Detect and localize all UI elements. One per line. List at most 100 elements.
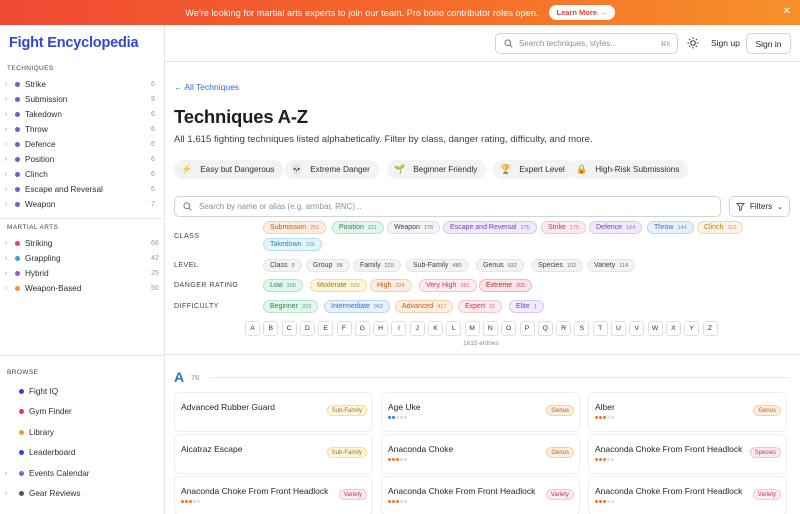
filter-pill[interactable]: Family 229 [353,259,401,272]
technique-card[interactable]: Anaconda Choke From Front Headlock ... Va… [588,476,787,514]
quick-filter-chip[interactable]: ⚡ Easy but Dangerous [174,160,284,179]
quick-filter-chip[interactable]: 🌱 Beginner Friendly [387,160,487,179]
letter-filter-button[interactable]: P [519,321,535,336]
sidebar-item-martial-art[interactable]: › Hybrid 25 [0,266,165,281]
filter-pill[interactable]: Position 211 [332,221,384,234]
filter-pill[interactable]: Throw 144 [647,221,694,234]
letter-filter-button[interactable]: B [263,321,279,336]
technique-card[interactable]: Age Uke Genus [381,392,580,432]
filter-pill[interactable]: Moderate 502 [310,279,367,292]
letter-filter-button[interactable]: F [336,321,352,336]
chevron-right-icon[interactable]: › [5,186,14,193]
filter-pill[interactable]: Takedown 106 [263,238,322,251]
sun-icon[interactable] [687,37,699,49]
sidebar-item-technique[interactable]: › Takedown 6 [0,107,165,122]
chevron-right-icon[interactable]: › [5,285,14,292]
technique-card[interactable]: Anaconda Choke From Front Headlock Specie… [588,434,787,474]
letter-filter-button[interactable]: Z [702,321,718,336]
filter-pill[interactable]: Expert 31 [458,300,503,313]
sidebar-item-browse[interactable]: Gym Finder [0,404,165,420]
letter-filter-button[interactable]: V [629,321,645,336]
chevron-right-icon[interactable]: › [5,255,14,262]
letter-filter-button[interactable]: S [574,321,590,336]
sidebar-item-technique[interactable]: › Throw 6 [0,122,165,137]
technique-card[interactable]: Anaconda Choke Genus [381,434,580,474]
filter-pill[interactable]: Variety 114 [587,259,636,272]
filter-pill[interactable]: Sub-Family 480 [406,259,469,272]
quick-filter-chip[interactable]: 🔒 High-Risk Submissions [569,160,689,179]
filter-pill[interactable]: Genus 632 [476,259,524,272]
sidebar-item-martial-art[interactable]: › Grappling 42 [0,251,165,266]
letter-filter-button[interactable]: D [299,321,315,336]
chevron-right-icon[interactable]: › [5,270,14,277]
letter-filter-button[interactable]: U [611,321,626,336]
letter-filter-button[interactable]: E [318,321,334,336]
filter-pill[interactable]: High 324 [370,279,412,292]
filter-pill[interactable]: Escape and Reversal 175 [443,221,537,234]
letter-filter-button[interactable]: W [647,321,663,336]
letter-filter-button[interactable]: J [409,321,425,336]
chevron-right-icon[interactable]: › [5,81,14,88]
filter-pill[interactable]: Defence 164 [589,221,643,234]
sidebar-item-browse[interactable]: › Events Calendar [0,465,165,481]
letter-filter-button[interactable]: G [354,321,370,336]
close-icon[interactable]: ✕ [783,6,791,17]
brand-logo[interactable]: Fight Encyclopedia [9,35,139,51]
filter-pill[interactable]: Very High 281 [419,279,477,292]
filter-pill[interactable]: Class 9 [263,259,302,272]
chevron-right-icon[interactable]: › [5,96,14,103]
sidebar-item-browse[interactable]: Leaderboard [0,445,165,461]
chevron-right-icon[interactable]: › [5,111,14,118]
letter-filter-button[interactable]: T [592,321,608,336]
quick-filter-chip[interactable]: 🏆 Expert Level [493,160,574,179]
back-to-all-techniques-link[interactable]: ← All Techniques [174,82,239,92]
letter-filter-button[interactable]: N [482,321,498,336]
letter-filter-button[interactable]: O [501,321,517,336]
letter-filter-button[interactable]: K [428,321,443,336]
sign-in-button[interactable]: Sign in [746,33,791,54]
technique-search-input[interactable]: Search by name or alias (e.g. armbar, RN… [174,196,721,217]
letter-filter-button[interactable]: I [391,321,407,336]
letter-filter-button[interactable]: L [446,321,462,336]
chevron-right-icon[interactable]: › [5,201,14,208]
filter-pill[interactable]: Intermediate 962 [324,300,391,313]
sidebar-item-technique[interactable]: › Weapon 7 [0,197,165,212]
filter-pill[interactable]: Clinch 113 [697,221,744,234]
technique-card[interactable]: Anaconda Choke From Front Headlock ... Va… [174,476,373,514]
letter-filter-button[interactable]: R [556,321,572,336]
sign-up-link[interactable]: Sign up [711,38,740,48]
sidebar-item-technique[interactable]: › Position 6 [0,152,165,167]
sidebar-item-browse[interactable]: Fight IQ [0,383,165,399]
letter-filter-button[interactable]: H [373,321,389,336]
sidebar-item-technique[interactable]: › Submission 9 [0,92,165,107]
filters-button[interactable]: Filters ⌄ [729,196,790,217]
learn-more-button[interactable]: Learn More → [548,5,615,20]
technique-card[interactable]: Alber Genus [588,392,787,432]
chevron-right-icon[interactable]: › [5,156,14,163]
filter-pill[interactable]: Extreme 205 [479,279,533,292]
filter-pill[interactable]: Elite 1 [509,300,544,313]
sidebar-item-browse[interactable]: › Gear Reviews [0,486,165,502]
filter-pill[interactable]: Beginner 203 [263,300,319,313]
filter-pill[interactable]: Strike 175 [541,221,587,234]
technique-card[interactable]: Advanced Rubber Guard Sub-Family [174,392,373,432]
sidebar-item-martial-art[interactable]: › Striking 66 [0,236,165,251]
technique-card[interactable]: Alcatraz Escape Sub-Family [174,434,373,474]
filter-pill[interactable]: Species 102 [531,259,584,272]
filter-pill[interactable]: Advanced 417 [395,300,454,313]
sidebar-item-technique[interactable]: › Clinch 6 [0,167,165,182]
letter-filter-button[interactable]: Y [684,321,700,336]
letter-filter-button[interactable]: A [245,321,260,336]
chevron-right-icon[interactable]: › [5,141,14,148]
sidebar-item-technique[interactable]: › Strike 6 [0,77,165,92]
letter-filter-button[interactable]: C [281,321,297,336]
chevron-right-icon[interactable]: › [5,126,14,133]
sidebar-item-browse[interactable]: Library [0,424,165,440]
letter-filter-button[interactable]: M [464,321,480,336]
filter-pill[interactable]: Weapon 176 [387,221,441,234]
filter-pill[interactable]: Low 206 [263,279,304,292]
sidebar-item-technique[interactable]: › Defence 6 [0,137,165,152]
filter-pill[interactable]: Group 58 [306,259,350,272]
chevron-right-icon[interactable]: › [5,240,14,247]
letter-filter-button[interactable]: X [665,321,681,336]
